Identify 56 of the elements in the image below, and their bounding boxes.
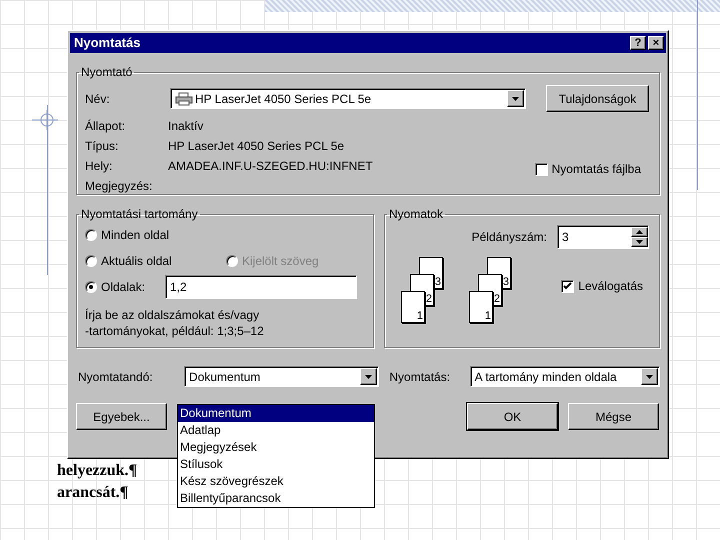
caret-icon — [365, 374, 372, 378]
field-value: Inaktív — [168, 118, 204, 135]
field-value: HP LaserJet 4050 Series PCL 5e — [168, 138, 346, 155]
dialog-button[interactable]: Mégse — [568, 403, 659, 430]
page-sheet: 1 — [401, 291, 425, 323]
down-arrow-icon — [636, 240, 643, 244]
list-option[interactable]: Billentyűparancsok — [178, 490, 374, 507]
spin-down-button[interactable] — [631, 237, 648, 247]
dropdown-field[interactable]: Dokumentum — [184, 366, 380, 387]
hint-text: Írja be az oldalszámokat és/vagy — [85, 307, 260, 323]
page-sheet: 1 — [469, 291, 493, 323]
help-button[interactable]: ? — [630, 36, 646, 50]
list-option[interactable]: Kész szövegrészek — [178, 473, 374, 490]
document-text: helyezzuk.¶ — [57, 461, 138, 481]
dialog-button[interactable]: OK — [467, 403, 558, 430]
field-label: Megjegyzés: — [85, 178, 154, 195]
dropdown-arrow-button[interactable] — [641, 368, 658, 385]
spin-up-button[interactable] — [631, 227, 648, 237]
hint-text: -tartományokat, például: 1;3;5–12 — [85, 323, 265, 339]
group-title: Nyomatok — [388, 206, 444, 223]
list-option[interactable]: Stílusok — [178, 456, 374, 473]
properties-button[interactable]: Tulajdonságok — [546, 85, 649, 112]
crosshair-icon — [32, 110, 58, 130]
dropdown-arrow-button[interactable] — [507, 90, 524, 107]
field-label: Nyomtatás: — [389, 368, 452, 386]
dropdown-field[interactable]: A tartomány minden oldala — [470, 366, 660, 387]
printer-icon — [175, 92, 193, 106]
window-title: Nyomtatás — [74, 34, 140, 52]
pages-input[interactable]: 1,2 — [165, 275, 357, 299]
radio-button[interactable]: Minden oldal — [85, 226, 226, 244]
radio-button[interactable]: Oldalak: — [85, 278, 165, 296]
list-option[interactable]: Dokumentum — [178, 405, 374, 422]
field-label: Típus: — [85, 138, 120, 155]
checkbox[interactable]: Nyomtatás fájlba — [534, 160, 641, 178]
dialog-button[interactable]: Egyebek... — [76, 403, 167, 430]
radio-button[interactable]: Aktuális oldal — [85, 252, 226, 270]
field-label: Nyomtatandó: — [78, 368, 154, 386]
up-arrow-icon — [636, 230, 643, 234]
field-label: Állapot: — [85, 118, 126, 135]
check-icon — [563, 282, 572, 290]
close-button[interactable]: × — [648, 36, 664, 50]
dropdown-arrow-button[interactable] — [360, 368, 378, 385]
field-label: Hely: — [85, 158, 114, 175]
list-option[interactable]: Megjegyzések — [178, 439, 374, 456]
checkbox[interactable]: Leválogatás — [561, 277, 643, 295]
caret-icon — [512, 96, 519, 100]
field-value: AMADEA.INF.U-SZEGED.HU:INFNET — [168, 158, 373, 175]
list-option[interactable]: Adatlap — [178, 422, 374, 439]
group-title: Nyomtatási tartomány — [80, 206, 199, 223]
field-label: Név: — [85, 90, 111, 108]
copies-spinner[interactable]: 3 — [557, 225, 649, 249]
document-text: arancsát.¶ — [57, 483, 130, 503]
group-title: Nyomtató — [80, 64, 134, 81]
caret-icon — [646, 374, 653, 378]
dropdown-field[interactable]: HP LaserJet 4050 Series PCL 5e — [170, 88, 526, 109]
field-label: Példányszám: — [472, 229, 547, 246]
